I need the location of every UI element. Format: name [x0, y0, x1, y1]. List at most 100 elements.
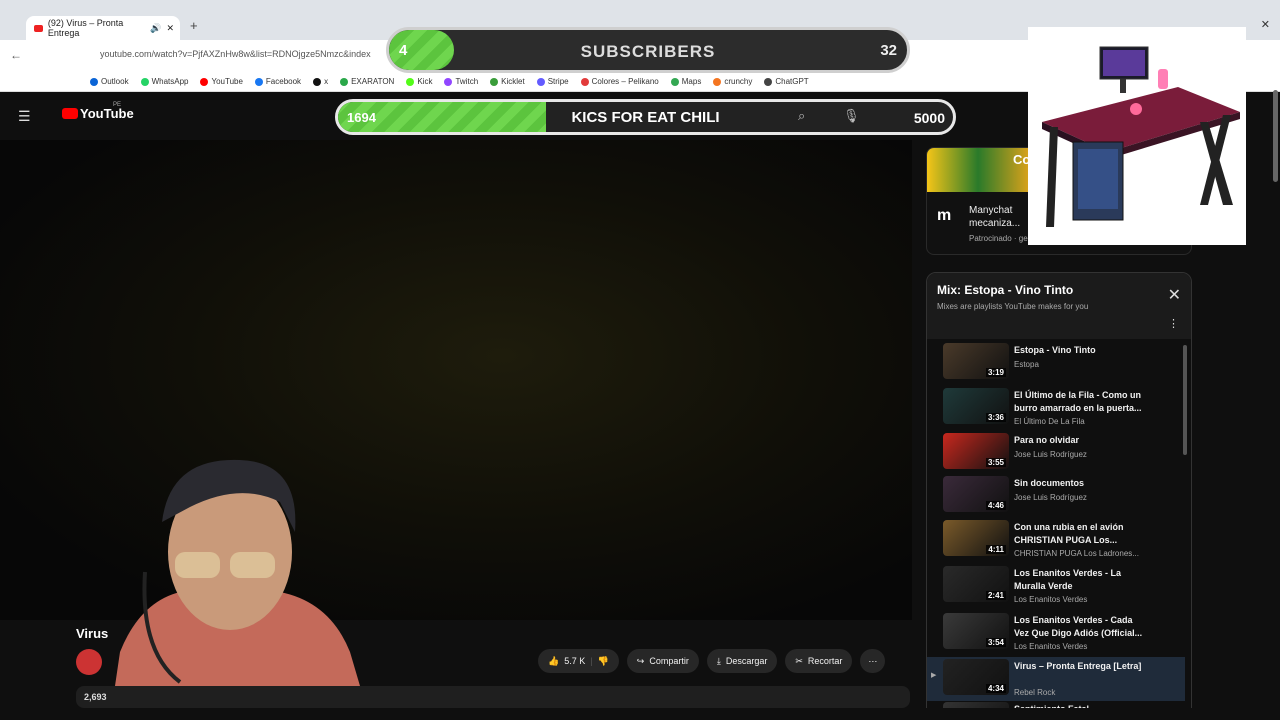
playlist-item-title: Estopa - Vino Tinto	[1014, 345, 1096, 355]
playlist-item-channel: Jose Luis Rodríguez	[1014, 450, 1087, 459]
playlist-item[interactable]: 3:19 Estopa - Vino Tinto Estopa	[927, 341, 1185, 385]
video-duration: 4:46	[985, 501, 1006, 510]
bookmark-item[interactable]: Colores – Pelikano	[580, 77, 659, 86]
bookmark-label: WhatsApp	[151, 77, 189, 86]
bookmark-item[interactable]: crunchy	[713, 77, 752, 86]
channel-avatar[interactable]	[76, 649, 102, 675]
bookmark-item[interactable]: Stripe	[536, 77, 569, 86]
page-scrollbar[interactable]	[1273, 90, 1278, 182]
playlist-item[interactable]: 4:46 Sin documentos Jose Luis Rodríguez	[927, 474, 1185, 518]
video-duration: 2:41	[985, 591, 1006, 600]
close-icon[interactable]: ✕	[1168, 285, 1181, 305]
audio-icon[interactable]: 🔊	[150, 23, 161, 34]
close-tab-icon[interactable]: ✕	[166, 23, 174, 34]
subscribers-goal: 32	[880, 42, 897, 59]
view-count: 2,693	[84, 692, 107, 702]
like-button[interactable]: 👍 5.7 K | 👎	[538, 649, 619, 673]
video-actions: 👍 5.7 K | 👎 ↪ Compartir ⤓ Descargar ✂ Recortar…	[538, 649, 886, 673]
video-thumbnail[interactable]: 3:55	[943, 433, 1009, 469]
more-actions-button[interactable]: ⋯	[860, 649, 886, 673]
video-thumbnail[interactable]: 4:34	[943, 659, 1009, 695]
bookmark-favicon-icon	[580, 77, 589, 86]
download-icon: ⤓	[716, 655, 721, 666]
playlist-item[interactable]: 3:36 El Último de la Fila - Como un burro…	[927, 386, 1185, 430]
playlist-item-channel: Jose Luis Rodríguez	[1014, 493, 1087, 502]
bookmark-label: EXARATON	[351, 77, 395, 86]
playlist-scrollbar[interactable]	[1183, 345, 1187, 455]
playlist-item-title: Sin documentos	[1014, 478, 1085, 488]
bookmark-label: x	[324, 77, 329, 86]
bookmark-item[interactable]: ChatGPT	[764, 77, 809, 86]
video-duration: 3:19	[985, 368, 1006, 377]
bookmark-favicon-icon	[406, 77, 415, 86]
browser-tab[interactable]: (92) Virus – Pronta Entrega 🔊 ✕	[26, 16, 180, 40]
description-box[interactable]: 2,693	[76, 686, 910, 708]
bookmark-item[interactable]: Maps	[670, 77, 702, 86]
bookmark-item[interactable]: Kick	[406, 77, 432, 86]
bookmark-favicon-icon	[340, 77, 349, 86]
video-thumbnail[interactable]: 2:41	[943, 566, 1009, 602]
now-playing-icon: ▶	[931, 672, 937, 679]
new-tab-icon[interactable]: +	[190, 18, 198, 33]
video-title: Virus	[76, 626, 109, 641]
playlist-item-title: Los Enanitos Verdes - La Muralla Verde	[1014, 568, 1122, 591]
bookmark-item[interactable]: Facebook	[254, 77, 301, 86]
bookmark-label: YouTube	[211, 77, 243, 86]
back-icon[interactable]: ←	[10, 48, 22, 62]
bookmark-label: ChatGPT	[775, 77, 809, 86]
share-icon: ↪	[636, 655, 645, 666]
bookmark-item[interactable]: Twitch	[444, 77, 478, 86]
clip-button[interactable]: ✂ Recortar	[785, 649, 853, 673]
menu-icon[interactable]: ☰	[18, 108, 31, 125]
bookmark-favicon-icon	[200, 77, 209, 86]
bookmark-favicon-icon	[713, 77, 722, 86]
bookmark-item[interactable]: Outlook	[90, 77, 129, 86]
scissors-icon: ✂	[795, 655, 803, 666]
download-button[interactable]: ⤓ Descargar	[706, 649, 778, 673]
bookmark-label: Maps	[681, 77, 702, 86]
playlist-item[interactable]: 3:54 Los Enanitos Verdes - Cada Vez Que D…	[927, 611, 1185, 655]
playlist-item[interactable]: 2:41 Los Enanitos Verdes - La Muralla Ver…	[927, 564, 1185, 608]
url-input[interactable]: youtube.com/watch?v=PjfAXZnHw8w&list=RDN…	[100, 49, 371, 59]
bookmark-item[interactable]: EXARATON	[340, 77, 394, 86]
video-thumbnail[interactable]: 3:54	[943, 613, 1009, 649]
playlist-item-channel: Los Enanitos Verdes	[1014, 595, 1088, 604]
playlist-item[interactable]: ▶ 4:34 Virus – Pronta Entrega [Letra] Rebel…	[927, 657, 1185, 701]
close-window-icon[interactable]: ✕	[1261, 18, 1270, 31]
more-vert-icon[interactable]: ⋮	[1168, 317, 1179, 330]
bookmark-item[interactable]: x	[313, 77, 328, 86]
bookmark-favicon-icon	[490, 77, 499, 86]
playlist-item-channel: El Último De La Fila	[1014, 417, 1085, 426]
share-button[interactable]: ↪ Compartir	[626, 649, 699, 673]
microphone-icon[interactable]: 🎙	[843, 108, 860, 124]
video-thumbnail[interactable]: 3:36	[943, 388, 1009, 424]
manychat-logo: m	[937, 207, 952, 224]
playlist-item[interactable]: 3:55 Para no olvidar Jose Luis Rodríguez	[927, 431, 1185, 475]
bookmark-item[interactable]: Kicklet	[490, 77, 525, 86]
bookmark-favicon-icon	[140, 77, 149, 86]
video-thumbnail[interactable]: 4:11	[943, 520, 1009, 556]
subscribers-goal-bar: 4 SUBSCRIBERS 32	[386, 27, 910, 73]
youtube-logo[interactable]: YouTube	[62, 106, 134, 121]
video-thumbnail[interactable]: 4:46	[943, 476, 1009, 512]
bookmark-favicon-icon	[254, 77, 263, 86]
bookmark-item[interactable]: YouTube	[200, 77, 243, 86]
bookmark-favicon-icon	[444, 77, 453, 86]
ad-sponsored-label: Patrocinado · ge	[969, 234, 1028, 243]
video-duration: 3:54	[985, 638, 1006, 647]
bookmark-label: Stripe	[547, 77, 569, 86]
search-icon[interactable]: ⌕	[798, 108, 805, 124]
playlist-item-title: El Último de la Fila - Como un burro ama…	[1014, 390, 1142, 413]
video-thumbnail[interactable]: 3:19	[943, 343, 1009, 379]
bookmark-favicon-icon	[764, 77, 773, 86]
gaming-desk-image	[1028, 27, 1246, 245]
bookmark-item[interactable]: WhatsApp	[140, 77, 189, 86]
video-duration: 3:55	[985, 458, 1006, 467]
thumbs-down-icon[interactable]: 👎	[598, 656, 609, 667]
playlist-item-channel: Los Enanitos Verdes	[1014, 642, 1088, 651]
playlist-item[interactable]: 4:11 Con una rubia en el avión CHRISTIAN …	[927, 518, 1185, 562]
ad-text: Manychat mecaniza...	[969, 205, 1021, 229]
kicks-label: KICS FOR EAT CHILI	[571, 109, 720, 126]
playlist-item-title: Los Enanitos Verdes - Cada Vez Que Digo …	[1014, 615, 1143, 638]
playlist-title: Mix: Estopa - Vino Tinto	[937, 283, 1074, 297]
